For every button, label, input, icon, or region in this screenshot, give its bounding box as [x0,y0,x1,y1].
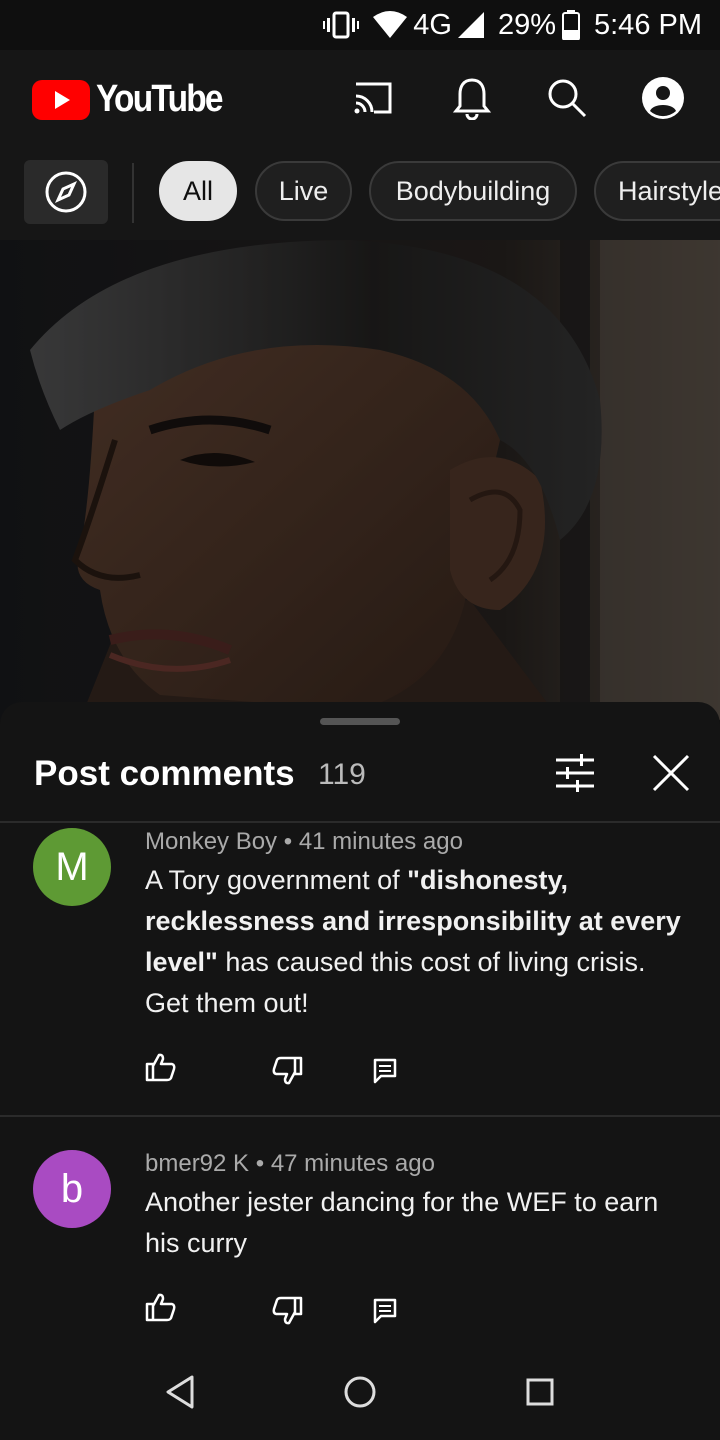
comment-count: 119 [318,758,366,791]
battery-percent: 29% [497,8,556,41]
divider [0,821,720,823]
chip-all[interactable]: All [159,161,237,221]
system-nav-bar [0,1352,720,1440]
explore-button[interactable] [24,160,108,224]
drag-handle[interactable] [320,718,400,725]
meta-separator: • [255,1150,265,1177]
comments-sheet: Post comments 119 M Monkey Boy • 41 minu… [0,702,720,1440]
comment-author[interactable]: bmer92 K [145,1150,249,1177]
chip-hairstyle[interactable]: Hairstyle [594,161,720,221]
comment-text: Another jester dancing for the WEF to ea… [145,1187,659,1258]
comment-text-part: A Tory government of [145,865,408,895]
recents-icon[interactable] [524,1374,556,1415]
chip-divider [132,163,134,223]
reply-icon[interactable] [373,1058,397,1089]
battery-icon [562,10,580,40]
dislike-icon[interactable] [271,1296,303,1331]
app-header: YouTube [0,50,720,145]
reply-icon[interactable] [373,1298,397,1329]
compass-icon [45,171,87,213]
avatar[interactable]: M [33,828,111,906]
comment-time: 41 minutes ago [298,828,463,855]
chip-bodybuilding[interactable]: Bodybuilding [369,161,577,221]
chip-bar: All Live Bodybuilding Hairstyle [0,145,720,240]
chip-live[interactable]: Live [255,161,352,221]
youtube-play-icon [32,79,90,120]
signal-icon [457,12,484,38]
dislike-icon[interactable] [271,1056,303,1091]
bell-icon[interactable] [449,75,495,121]
comment-meta: bmer92 K • 47 minutes ago [145,1150,435,1178]
filter-icon[interactable] [552,752,598,799]
comment-meta: Monkey Boy • 41 minutes ago [145,828,463,856]
status-bar: 4G 29% 5:46 PM [0,0,720,50]
comment-author[interactable]: Monkey Boy [145,828,277,855]
comment-text-part: has caused this cost of living crisis. G… [145,947,646,1018]
clock: 5:46 PM [594,8,702,41]
account-icon[interactable] [640,75,686,121]
youtube-logo[interactable]: YouTube [32,78,239,121]
cast-icon[interactable] [350,75,396,121]
back-icon[interactable] [164,1374,196,1415]
meta-separator: • [283,828,293,855]
comment-time: 47 minutes ago [270,1150,435,1177]
like-icon[interactable] [145,1052,177,1087]
vibrate-icon [323,10,360,40]
close-icon[interactable] [650,752,692,799]
avatar[interactable]: b [33,1150,111,1228]
search-icon[interactable] [544,75,590,121]
post-image[interactable] [0,240,720,720]
wifi-icon [373,11,408,38]
like-icon[interactable] [145,1292,177,1327]
network-type: 4G [413,8,452,41]
comment-text: A Tory government of "dishonesty, reckle… [145,860,685,1024]
sheet-title: Post comments [34,754,295,793]
brand-name: YouTube [96,78,224,120]
divider [0,1115,720,1117]
home-icon[interactable] [343,1374,377,1415]
